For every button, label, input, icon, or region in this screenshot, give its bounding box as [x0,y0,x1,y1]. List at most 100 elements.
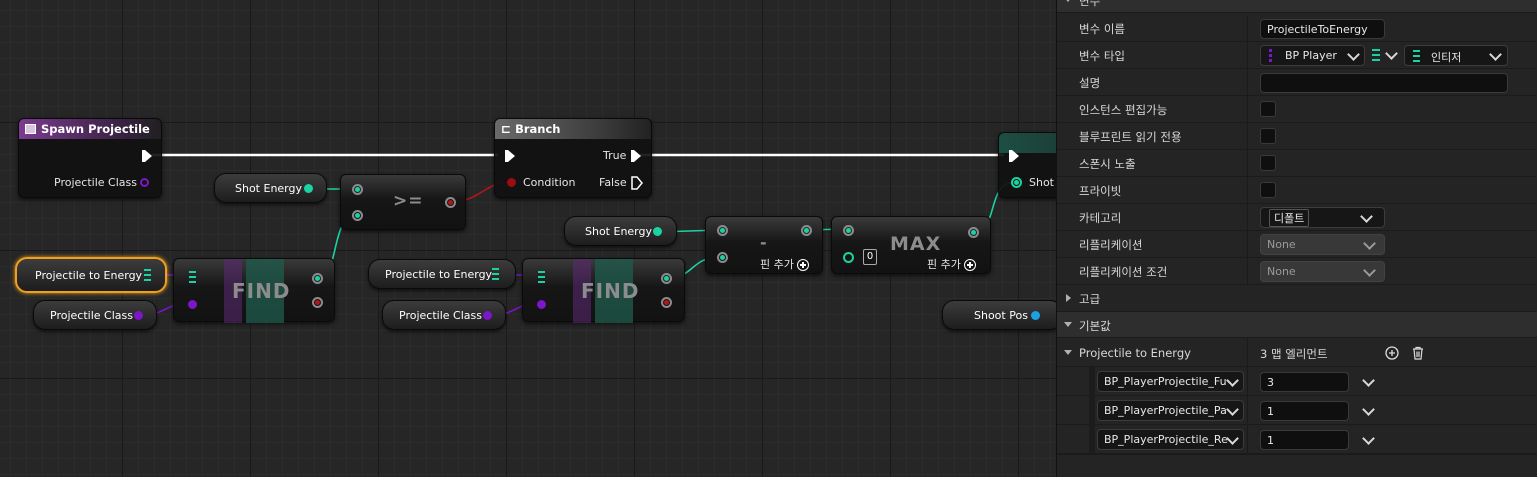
projectile-class-pin[interactable] [140,178,149,187]
max-in-a-pin[interactable] [843,225,854,236]
category-dropdown[interactable]: 디폴트 [1260,207,1385,228]
map-entry-key-dropdown-0[interactable]: BP_PlayerProjectile_Fu [1097,371,1244,392]
projectile-class-out-pin-1[interactable] [134,311,143,320]
map-pin-icon-2[interactable] [492,268,499,280]
projectile-to-energy-getter-2[interactable]: Projectile to Energy [368,259,516,289]
container-type-dropdown[interactable] [1368,45,1400,66]
description-label: 설명 [1079,76,1101,90]
column-divider [1247,396,1248,424]
description-input[interactable] [1260,73,1508,93]
variable-type-key-value: BP Player [1285,49,1337,62]
find-2-found-out-pin[interactable] [661,297,672,308]
projectile-class-label-2: Projectile Class [399,308,482,322]
max-node[interactable]: 0 MAX 핀 추가 [831,216,991,274]
map-entry-key-dropdown-2[interactable]: BP_PlayerProjectile_Re [1097,429,1244,450]
chevron-down-icon [1226,432,1239,445]
shot-energy-getter-2[interactable]: Shot Energy [564,216,677,246]
projectile-to-energy-label-2: Projectile to Energy [385,267,493,281]
branch-false-pin[interactable] [631,176,643,190]
branch-condition-pin[interactable] [507,178,516,187]
greater-equal-node[interactable]: >= [340,174,466,230]
default-map-label: Projectile to Energy [1079,346,1191,360]
map-entry-value-input-0[interactable]: 3 [1260,372,1349,392]
max-add-pin-label: 핀 추가 [927,258,961,271]
column-divider [1247,177,1248,203]
right-exec-in-pin[interactable] [1009,150,1019,162]
max-label: MAX [890,233,942,255]
branch-node[interactable]: ⊏ Branch True Condition False [494,118,652,198]
shot-energy-pin-1[interactable] [304,184,313,193]
map-entry-value-input-1[interactable]: 1 [1260,401,1349,421]
chevron-down-icon[interactable] [1362,432,1375,445]
find-node-1[interactable]: FIND [173,258,335,323]
replication-dropdown[interactable]: None [1260,234,1385,255]
add-pin-icon [796,259,809,271]
compare-in-a-pin[interactable] [352,184,363,195]
find-2-value-out-pin[interactable] [661,273,672,284]
branch-exec-in-pin[interactable] [505,150,515,162]
right-partial-node[interactable]: Shot [998,132,1056,198]
max-in-b-pin[interactable] [843,252,854,263]
variable-type-value-dropdown[interactable]: 인티저 [1404,45,1508,66]
subtract-in-a-pin[interactable] [717,225,728,236]
find-1-value-out-pin[interactable] [312,273,323,284]
subtract-node[interactable]: - 핀 추가 [705,216,823,274]
compare-in-b-pin[interactable] [352,210,363,221]
max-add-pin-button[interactable]: 핀 추가 [927,256,976,272]
right-shot-pin[interactable] [1011,177,1022,188]
max-out-pin[interactable] [968,227,979,238]
spawn-projectile-node[interactable]: Spawn Projectile Projectile Class [18,118,162,198]
subtract-add-pin-label: 핀 추가 [760,258,794,271]
projectile-class-getter-1[interactable]: Projectile Class [33,300,157,330]
subtract-add-pin-button[interactable]: 핀 추가 [760,256,809,272]
find-1-map-in-pin[interactable] [189,271,196,283]
max-default-field[interactable]: 0 [863,249,877,265]
chevron-down-icon[interactable] [1362,403,1375,416]
blueprint-graph-canvas[interactable]: Spawn Projectile Projectile Class ⊏ Bran… [0,0,1056,477]
subtract-out-pin[interactable] [801,225,812,236]
chevron-down-icon [1347,48,1360,61]
find-node-2[interactable]: FIND [522,258,685,323]
default-map-summary: 3 맵 엘리먼트 [1260,347,1328,361]
find-2-key-in-pin[interactable] [537,300,546,309]
section-default-value-header[interactable]: 기본값 [1057,312,1537,338]
projectile-to-energy-getter-1[interactable]: Projectile to Energy [15,257,167,293]
map-pin-icon-1[interactable] [144,269,151,281]
find-1-key-in-pin[interactable] [188,300,197,309]
expose-on-spawn-checkbox[interactable] [1260,155,1276,171]
blueprint-readonly-label: 블루프린트 읽기 전용 [1079,130,1182,144]
row-advanced[interactable]: 고급 [1057,285,1537,312]
column-divider [1247,338,1248,366]
shoot-pos-pin[interactable] [1031,311,1040,320]
map-container-icon [1372,49,1380,61]
key-type-color-icon [1269,49,1272,62]
private-checkbox[interactable] [1260,182,1276,198]
map-entry-key-dropdown-1[interactable]: BP_PlayerProjectile_Pa [1097,400,1244,421]
shot-energy-pin-2[interactable] [653,227,662,236]
projectile-class-pin-label: Projectile Class [54,176,137,189]
exec-out-pin[interactable] [142,150,152,162]
find-1-found-out-pin[interactable] [312,297,323,308]
compare-out-pin[interactable] [445,197,456,208]
projectile-class-out-pin-2[interactable] [483,311,492,320]
column-divider [1247,69,1248,95]
find-1-label: FIND [232,279,291,303]
projectile-class-getter-2[interactable]: Projectile Class [382,300,506,330]
find-2-map-in-pin[interactable] [538,271,545,283]
branch-condition-label: Condition [523,176,576,189]
add-element-icon[interactable] [1385,346,1399,360]
chevron-down-icon [1360,210,1373,223]
variable-type-key-dropdown[interactable]: BP Player [1260,45,1365,66]
map-entry-value-input-2[interactable]: 1 [1260,430,1349,450]
replication-condition-dropdown[interactable]: None [1260,261,1385,282]
chevron-down-icon[interactable] [1362,374,1375,387]
shoot-pos-getter[interactable]: Shoot Pos [942,300,1056,330]
instance-editable-checkbox[interactable] [1260,101,1276,117]
section-variable-header[interactable]: 변수 [1057,0,1537,13]
branch-true-pin[interactable] [631,150,641,162]
subtract-in-b-pin[interactable] [717,252,728,263]
blueprint-readonly-checkbox[interactable] [1260,128,1276,144]
trash-icon[interactable] [1411,346,1425,360]
shot-energy-getter-1[interactable]: Shot Energy [214,173,327,203]
variable-name-input[interactable]: ProjectileToEnergy [1260,19,1385,39]
